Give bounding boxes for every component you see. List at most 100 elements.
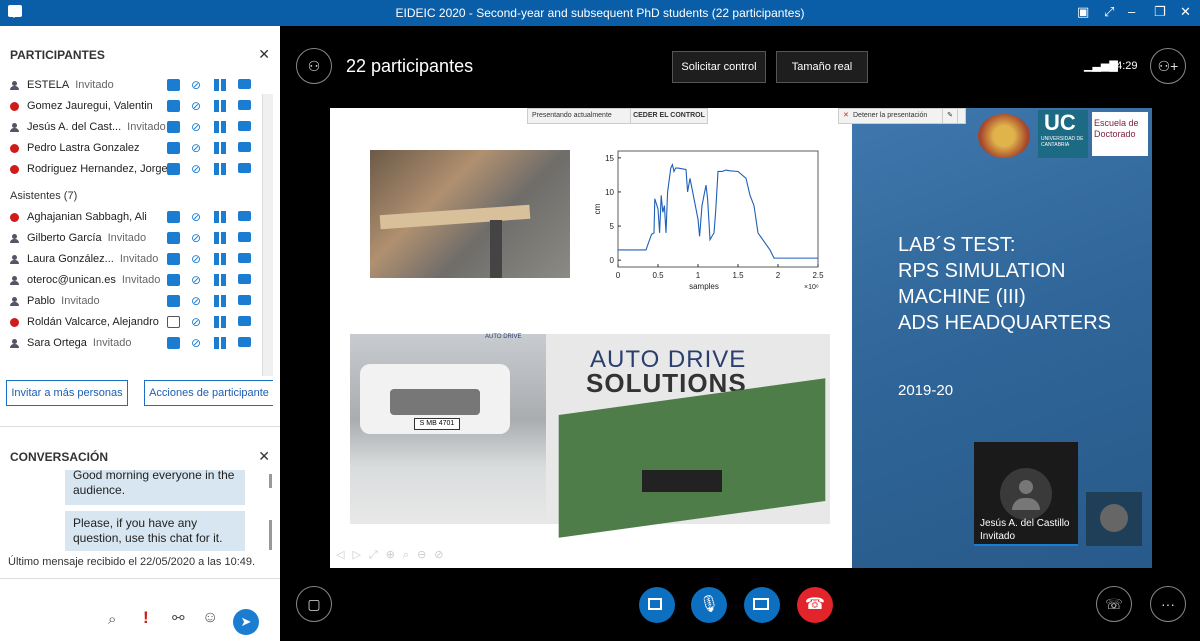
video-icon[interactable] (214, 142, 227, 154)
video-icon[interactable] (214, 316, 227, 328)
video-icon[interactable] (214, 253, 227, 265)
chat-icon[interactable] (167, 295, 180, 307)
mic-muted-icon[interactable]: ⊘ (191, 142, 203, 154)
chat-icon[interactable] (167, 100, 180, 112)
mic-muted-icon[interactable]: ⊘ (191, 211, 203, 223)
participants-icon[interactable]: ⚇ (296, 48, 332, 84)
close-conversation-icon[interactable]: ✕ (258, 448, 270, 465)
share-screen-button[interactable] (744, 587, 780, 623)
chat-icon[interactable] (167, 142, 180, 154)
chat-icon[interactable] (167, 211, 180, 223)
chat-compose[interactable]: ⌕ ! ⚯ ☺ ➤ (0, 578, 280, 641)
actual-size-button[interactable]: Tamaño real (776, 51, 868, 83)
participant-row[interactable]: Aghajanian Sabbagh, Ali ⊘ (0, 207, 262, 228)
slide-title: LAB´S TEST: RPS SIMULATION MACHINE (III)… (898, 234, 1112, 334)
screen-icon[interactable] (238, 163, 251, 173)
screen-icon[interactable] (238, 337, 251, 347)
screen-icon[interactable] (238, 211, 251, 221)
mic-muted-icon[interactable]: ⊘ (191, 79, 203, 91)
mic-muted-icon[interactable]: ⊘ (191, 100, 203, 112)
guest-user-icon (10, 123, 19, 132)
fullscreen-icon[interactable]: ⤢ (1104, 4, 1114, 20)
chat-scrollbar[interactable] (269, 474, 272, 488)
mic-muted-icon[interactable]: ⊘ (191, 295, 203, 307)
participant-name: Pablo (27, 295, 56, 307)
video-icon[interactable] (214, 100, 227, 112)
mic-muted-icon[interactable]: ⊘ (191, 163, 203, 175)
conversation-heading: CONVERSACIÓN (10, 450, 109, 464)
mic-muted-icon[interactable]: ⊘ (191, 316, 203, 328)
mute-button[interactable]: 🎙 (691, 587, 727, 623)
chat-scrollbar-thumb[interactable] (269, 520, 272, 550)
participant-name: Rodriguez Hernandez, Jorge (27, 163, 168, 175)
add-participant-icon[interactable]: ⚇+ (1150, 48, 1186, 84)
close-window-button[interactable]: ✕ (1180, 4, 1191, 20)
mic-muted-icon[interactable]: ⊘ (191, 121, 203, 133)
mic-muted-icon[interactable]: ⊘ (191, 253, 203, 265)
screen-icon[interactable] (238, 274, 251, 284)
mic-muted-icon[interactable]: ⊘ (191, 274, 203, 286)
screen-icon[interactable] (238, 121, 251, 131)
self-view-tile[interactable] (1086, 492, 1142, 546)
mic-muted-icon[interactable]: ⊘ (191, 337, 203, 349)
video-icon[interactable] (214, 79, 227, 91)
participant-row[interactable]: ESTELA Invitado ⊘ (0, 75, 262, 96)
attach-icon[interactable]: ⌕ (108, 611, 116, 628)
invite-more-button[interactable]: Invitar a más personas (6, 380, 128, 406)
cede-control-button[interactable]: CEDER EL CONTROL (630, 108, 708, 124)
chat-icon[interactable] (167, 163, 180, 175)
screen-icon[interactable] (238, 253, 251, 263)
participant-row[interactable]: Rodriguez Hernandez, Jorge ⊘ (0, 159, 262, 180)
video-off-button[interactable] (639, 587, 675, 623)
hang-up-button[interactable]: ☎ (797, 587, 833, 623)
video-icon[interactable] (214, 274, 227, 286)
participant-row[interactable]: Pablo Invitado ⊘ (0, 291, 262, 312)
video-icon[interactable] (214, 163, 227, 175)
minimize-button[interactable]: – (1128, 4, 1135, 19)
screen-icon[interactable] (238, 316, 251, 326)
chat-icon[interactable] (167, 121, 180, 133)
participant-row[interactable]: Sara Ortega Invitado ⊘ (0, 333, 262, 354)
participant-row[interactable]: Gomez Jauregui, Valentin ⊘ (0, 96, 262, 117)
layout-icon[interactable]: ▣ (1077, 4, 1089, 20)
screen-icon[interactable] (238, 232, 251, 242)
mic-muted-icon[interactable]: ⊘ (191, 232, 203, 244)
participant-row[interactable]: Jesús A. del Cast... Invitado ⊘ (0, 117, 262, 138)
participant-row[interactable]: Pedro Lastra Gonzalez ⊘ (0, 138, 262, 159)
participant-row[interactable]: Gilberto García Invitado ⊘ (0, 228, 262, 249)
chat-icon[interactable] (167, 316, 180, 328)
screen-icon[interactable] (238, 295, 251, 305)
screen-icon[interactable] (238, 79, 251, 89)
chat-toggle-icon[interactable]: ▢ (296, 586, 332, 622)
shared-slide: Presentando actualmente CEDER EL CONTROL… (330, 108, 1152, 568)
chat-icon[interactable] (167, 274, 180, 286)
send-button[interactable]: ➤ (233, 609, 259, 635)
priority-icon[interactable]: ! (143, 608, 149, 628)
participant-row[interactable]: oteroc@unican.es Invitado ⊘ (0, 270, 262, 291)
chat-icon[interactable] (167, 253, 180, 265)
video-icon[interactable] (214, 295, 227, 307)
call-settings-icon[interactable]: ☏ (1096, 586, 1132, 622)
video-icon[interactable] (214, 211, 227, 223)
close-participants-icon[interactable]: ✕ (258, 46, 270, 63)
restore-button[interactable]: ❐ (1154, 4, 1166, 20)
chat-icon[interactable] (167, 337, 180, 349)
request-control-button[interactable]: Solicitar control (672, 51, 766, 83)
pin-icon[interactable]: ✎ (942, 108, 958, 124)
chat-icon[interactable] (167, 79, 180, 91)
emoji-icon[interactable]: ☺ (202, 609, 218, 627)
video-icon[interactable] (214, 121, 227, 133)
video-icon[interactable] (214, 337, 227, 349)
participant-row[interactable]: Roldán Valcarce, Alejandro ⊘ (0, 312, 262, 333)
screen-icon[interactable] (238, 100, 251, 110)
participant-row[interactable]: Laura González... Invitado ⊘ (0, 249, 262, 270)
link-icon[interactable]: ⚯ (172, 609, 185, 627)
slide-nav-icons[interactable]: ◁▷⤢⊕⌕⊖⊘ (336, 548, 452, 562)
video-icon[interactable] (214, 232, 227, 244)
participants-scrollbar[interactable] (262, 94, 273, 376)
screen-icon[interactable] (238, 142, 251, 152)
stop-icon: ✕ (843, 112, 849, 119)
participant-actions-button[interactable]: Acciones de participante (144, 380, 273, 406)
more-options-icon[interactable]: ··· (1150, 586, 1186, 622)
chat-icon[interactable] (167, 232, 180, 244)
